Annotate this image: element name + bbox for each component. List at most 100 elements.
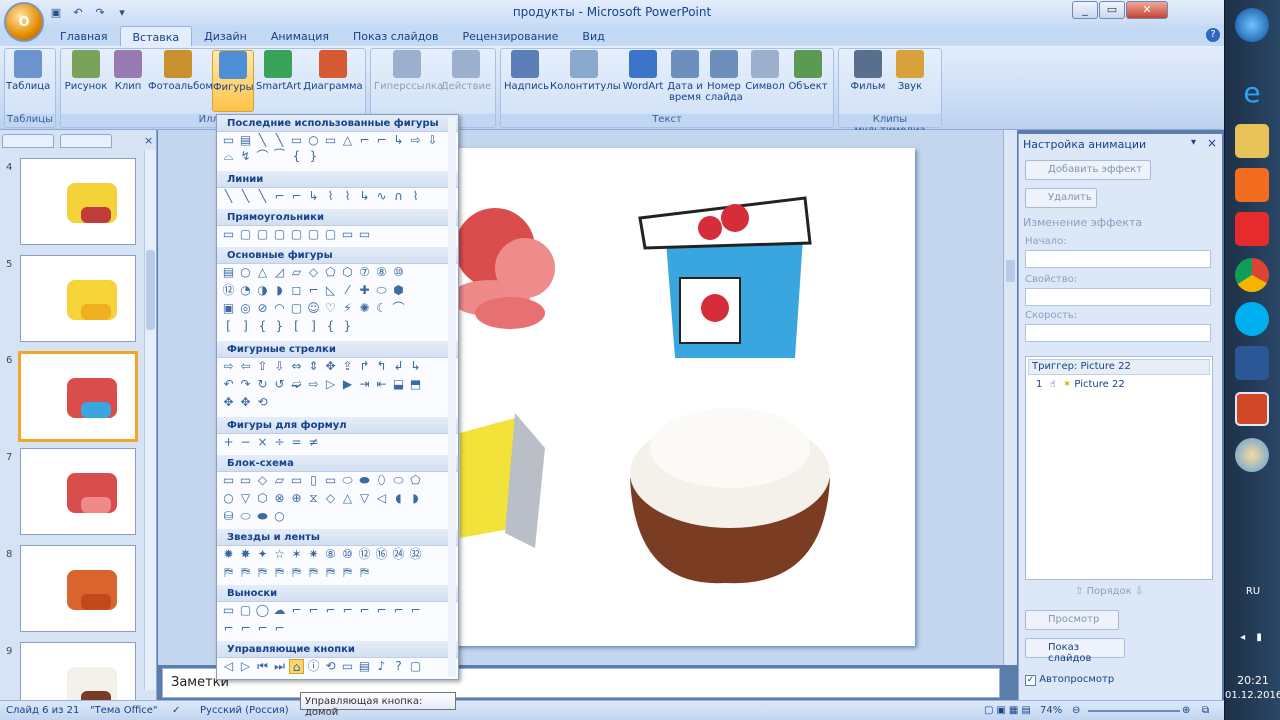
shape-option-icon[interactable]: ⇩ bbox=[272, 359, 287, 374]
shape-option-icon[interactable]: ◎ bbox=[238, 301, 253, 316]
shape-option-icon[interactable]: ▢ bbox=[306, 227, 321, 242]
shape-option-icon[interactable]: ☺ bbox=[306, 301, 321, 316]
shape-option-icon[interactable]: ◻ bbox=[289, 283, 304, 298]
shape-option-icon[interactable]: ◇ bbox=[306, 265, 321, 280]
shape-option-icon[interactable]: ⌓ bbox=[221, 149, 236, 164]
shape-option-icon[interactable]: ▤ bbox=[357, 659, 372, 674]
shape-option-icon[interactable]: ▤ bbox=[221, 265, 236, 280]
shape-option-icon[interactable]: ↶ bbox=[221, 377, 236, 392]
shape-option-icon[interactable]: ⌐ bbox=[374, 603, 389, 618]
pane-close-icon[interactable]: × bbox=[1207, 136, 1217, 150]
shape-option-icon[interactable]: ⌇ bbox=[323, 189, 338, 204]
chrome-icon[interactable] bbox=[1235, 258, 1269, 292]
shape-option-icon[interactable]: ⇨ bbox=[306, 377, 321, 392]
shape-option-icon[interactable]: ⛿ bbox=[306, 565, 321, 580]
shape-option-icon[interactable]: ⬠ bbox=[408, 473, 423, 488]
shape-option-icon[interactable]: ⬢ bbox=[391, 283, 406, 298]
gallery-scrollbar[interactable] bbox=[448, 117, 456, 677]
shape-option-icon[interactable]: ◗ bbox=[408, 491, 423, 506]
shape-option-icon[interactable]: ⑦ bbox=[357, 265, 372, 280]
shape-option-icon[interactable]: ⇥ bbox=[357, 377, 372, 392]
shape-option-icon[interactable]: ◁ bbox=[374, 491, 389, 506]
zoom-in-icon[interactable]: ⊕ bbox=[1182, 705, 1190, 716]
shape-option-icon[interactable]: } bbox=[340, 319, 355, 334]
slide-thumbnail[interactable] bbox=[20, 255, 136, 342]
shape-option-icon[interactable]: ⬯ bbox=[374, 473, 389, 488]
shape-option-icon[interactable]: ◇ bbox=[323, 491, 338, 506]
ribbon-button-chart[interactable]: Диаграмма bbox=[302, 50, 364, 112]
file-explorer-icon[interactable] bbox=[1235, 124, 1269, 158]
slides-tab[interactable] bbox=[2, 134, 54, 148]
shape-option-icon[interactable]: ☾ bbox=[374, 301, 389, 316]
reorder-control[interactable]: ⇧ Порядок ⇩ bbox=[1075, 586, 1143, 597]
slide-scrollbar[interactable] bbox=[1003, 130, 1017, 665]
shape-option-icon[interactable]: ⌐ bbox=[374, 133, 389, 148]
shape-option-icon[interactable]: ⌐ bbox=[340, 603, 355, 618]
ribbon-button-wordart[interactable]: WordArt bbox=[620, 50, 666, 112]
shape-option-icon[interactable]: ▽ bbox=[357, 491, 372, 506]
ribbon-button-object[interactable]: Объект bbox=[788, 50, 828, 112]
shape-option-icon[interactable]: ⬬ bbox=[255, 509, 270, 524]
slide-thumbnail[interactable] bbox=[20, 448, 136, 535]
shape-option-icon[interactable]: ⑧ bbox=[374, 265, 389, 280]
shape-option-icon[interactable]: △ bbox=[340, 491, 355, 506]
shape-option-icon[interactable]: ◯ bbox=[255, 603, 270, 618]
tab-0[interactable]: Главная bbox=[48, 26, 120, 46]
shape-option-icon[interactable]: ↳ bbox=[357, 189, 372, 204]
shape-option-icon[interactable]: ≠ bbox=[306, 435, 321, 450]
shape-option-icon[interactable]: ▷ bbox=[323, 377, 338, 392]
shape-option-icon[interactable]: ▯ bbox=[306, 473, 321, 488]
shape-option-icon[interactable]: ⊕ bbox=[289, 491, 304, 506]
shape-option-icon[interactable]: ⛿ bbox=[289, 565, 304, 580]
shape-option-icon[interactable]: ∩ bbox=[391, 189, 406, 204]
slideshow-button[interactable]: Показ слайдов bbox=[1025, 638, 1125, 664]
shape-option-icon[interactable]: ∿ bbox=[374, 189, 389, 204]
paint-icon[interactable] bbox=[1235, 438, 1269, 472]
shape-option-icon[interactable]: ⛿ bbox=[272, 565, 287, 580]
tab-6[interactable]: Вид bbox=[570, 26, 616, 46]
shape-option-icon[interactable]: ⇔ bbox=[289, 359, 304, 374]
shape-option-icon[interactable]: ▭ bbox=[238, 473, 253, 488]
animation-list[interactable]: Триггер: Picture 22 1 ☝ ✶ Picture 22 bbox=[1025, 356, 1213, 580]
shape-option-icon[interactable]: ⏭ bbox=[272, 659, 287, 674]
shape-option-icon[interactable]: ㉜ bbox=[408, 547, 423, 562]
shape-option-icon[interactable]: ◑ bbox=[255, 283, 270, 298]
shape-option-icon[interactable]: ╲ bbox=[221, 189, 236, 204]
shape-option-icon[interactable]: ⑫ bbox=[357, 547, 372, 562]
start-select[interactable] bbox=[1025, 250, 1211, 268]
preview-button[interactable]: Просмотр bbox=[1025, 610, 1119, 630]
shape-option-icon[interactable]: ▭ bbox=[340, 659, 355, 674]
shape-option-icon[interactable]: ] bbox=[306, 319, 321, 334]
ribbon-button-action[interactable]: Действие bbox=[440, 50, 492, 112]
shape-option-icon[interactable]: ↺ bbox=[272, 377, 287, 392]
shape-option-icon[interactable]: { bbox=[289, 149, 304, 164]
shape-option-icon[interactable]: ] bbox=[238, 319, 253, 334]
close-button[interactable]: ✕ bbox=[1126, 1, 1168, 19]
shape-option-icon[interactable]: ⌐ bbox=[238, 621, 253, 636]
shape-option-icon[interactable]: ⛿ bbox=[221, 565, 236, 580]
shape-option-icon[interactable]: ✥ bbox=[238, 395, 253, 410]
shape-option-icon[interactable]: ◔ bbox=[238, 283, 253, 298]
shape-option-icon[interactable]: ◿ bbox=[272, 265, 287, 280]
shape-option-icon[interactable]: △ bbox=[340, 133, 355, 148]
shape-option-icon[interactable]: ▢ bbox=[408, 659, 423, 674]
shape-option-icon[interactable]: ⛿ bbox=[340, 565, 355, 580]
checkbox-icon[interactable]: ✓ bbox=[1025, 675, 1036, 686]
shape-option-icon[interactable]: ↳ bbox=[408, 359, 423, 374]
shape-option-icon[interactable]: ♪ bbox=[374, 659, 389, 674]
shape-option-icon[interactable]: ⌐ bbox=[289, 189, 304, 204]
shape-option-icon[interactable]: ▤ bbox=[238, 133, 253, 148]
shape-option-icon[interactable]: ▭ bbox=[357, 227, 372, 242]
shape-option-icon[interactable]: ㉔ bbox=[391, 547, 406, 562]
shape-option-icon[interactable]: ⬭ bbox=[391, 473, 406, 488]
shape-option-icon[interactable]: ⌐ bbox=[306, 603, 321, 618]
shape-option-icon[interactable]: ⊗ bbox=[272, 491, 287, 506]
shape-option-icon[interactable]: ⇪ bbox=[340, 359, 355, 374]
ribbon-button-hyperlink[interactable]: Гиперссылка bbox=[374, 50, 443, 112]
shape-option-icon[interactable]: ⛿ bbox=[357, 565, 372, 580]
shape-option-icon[interactable]: ⇤ bbox=[374, 377, 389, 392]
shape-option-icon[interactable]: ⑫ bbox=[221, 283, 236, 298]
shape-option-icon[interactable]: ⇦ bbox=[238, 359, 253, 374]
shape-option-icon[interactable]: ▭ bbox=[221, 133, 236, 148]
language[interactable]: Русский (Россия) bbox=[200, 705, 289, 716]
